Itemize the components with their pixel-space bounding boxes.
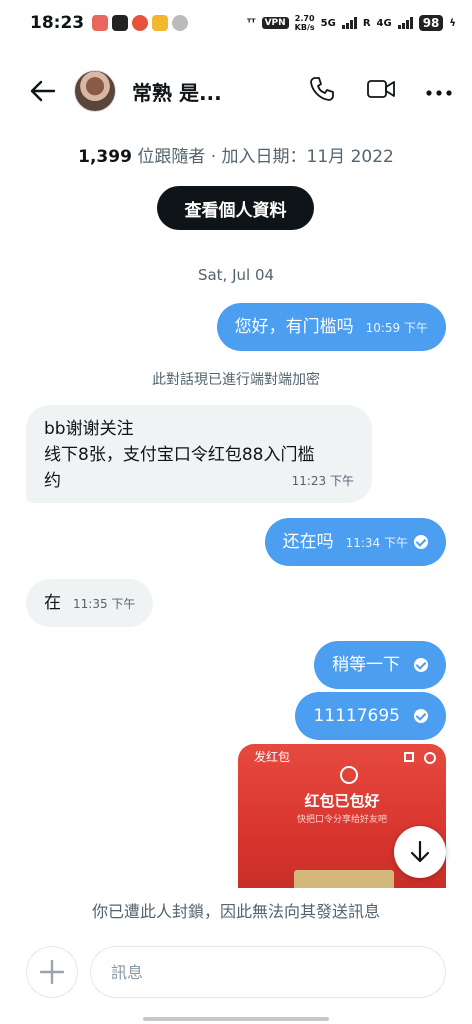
message-text-line: 线下8张，支付宝口令红包88入门槛: [44, 445, 315, 465]
scroll-to-bottom-button[interactable]: [394, 826, 446, 878]
read-check-icon: [414, 658, 428, 672]
settings-icon: [424, 752, 436, 764]
plus-icon: [39, 959, 65, 985]
message-time: 11:35 下午: [73, 597, 136, 611]
message-text: 您好，有门槛吗: [234, 317, 354, 337]
add-attachment-button[interactable]: [26, 946, 78, 998]
signal-icon: [341, 17, 357, 29]
roaming-label: R: [362, 17, 371, 29]
red-packet-card-image: [294, 870, 394, 888]
signal-icon: [397, 17, 413, 29]
charging-icon: ϟ: [449, 17, 456, 29]
header-actions: [308, 75, 452, 107]
battery-indicator: 98: [418, 15, 444, 31]
message-bubble-outgoing[interactable]: 11117695: [295, 692, 446, 740]
avatar[interactable]: [74, 70, 116, 112]
more-options-icon[interactable]: [426, 82, 452, 101]
app-notification-icon: [152, 15, 169, 31]
read-check-icon: [414, 535, 428, 549]
status-time: 18:23: [30, 13, 85, 33]
message-time: 11:23 下午: [291, 474, 354, 488]
app-notification-icon: [92, 15, 109, 31]
status-indicators: ᵀᵀ VPN 2.70 KB/s 5G R 4G 98 ϟ: [247, 14, 456, 32]
sync-icon: [172, 15, 189, 31]
network-5g-label: 5G: [320, 17, 336, 29]
message-time: 10:59 下午: [365, 321, 428, 335]
contact-name[interactable]: 常熟 是...: [132, 77, 222, 106]
profile-meta: 1,399 位跟隨者 · 加入日期：11月 2022: [0, 142, 472, 167]
message-text: 11117695: [313, 706, 400, 726]
arrow-down-icon: [410, 840, 430, 863]
vpn-badge: VPN: [261, 17, 289, 29]
read-check-icon: [414, 709, 428, 723]
message-footer: 约 11:23 下午: [44, 468, 354, 494]
message-text-line: 约: [44, 471, 61, 491]
network-speed: 2.70 KB/s: [294, 14, 315, 32]
message-text-line: bb谢谢关注: [44, 419, 134, 439]
scan-icon: [404, 752, 414, 762]
red-packet-title: 发红包: [254, 750, 291, 764]
nfc-icon: ᵀᵀ: [246, 17, 256, 29]
red-packet-hint: 快把口令分享给好友吧: [296, 815, 387, 825]
message-text: 稍等一下: [332, 655, 400, 675]
profile-meta-text: 位跟隨者 · 加入日期：11月 2022: [131, 147, 394, 167]
back-arrow-icon[interactable]: [28, 76, 58, 106]
encryption-notice: 此對話現已進行端對端加密: [152, 372, 320, 388]
chat-header: 常熟 是...: [0, 56, 472, 126]
home-indicator[interactable]: [143, 1017, 329, 1021]
message-input[interactable]: [90, 946, 446, 998]
red-packet-status: 红包已包好: [304, 792, 380, 810]
network-4g-label: 4G: [376, 17, 392, 29]
message-time: 11:34 下午: [345, 536, 408, 550]
video-call-icon[interactable]: [366, 77, 396, 105]
view-profile-button[interactable]: 查看個人資料: [157, 186, 314, 230]
status-bar: 18:23 ᵀᵀ VPN 2.70 KB/s 5G R 4G 98 ϟ: [0, 0, 472, 46]
date-separator: Sat, Jul 04: [197, 266, 275, 284]
notification-icons: [92, 15, 189, 31]
followers-count: 1,399: [78, 147, 132, 167]
phone-call-icon[interactable]: [308, 75, 336, 107]
blocked-notice: 你已遭此人封鎖，因此無法向其發送訊息: [91, 902, 380, 921]
check-circle-icon: [340, 766, 358, 784]
message-text: 还在吗: [282, 532, 334, 552]
message-bubble-outgoing[interactable]: 稍等一下: [314, 641, 446, 689]
message-bubble-incoming[interactable]: 在 11:35 下午: [26, 579, 154, 627]
message-text: 在: [44, 593, 61, 613]
message-bubble-outgoing[interactable]: 还在吗 11:34 下午: [264, 518, 446, 566]
tiktok-icon: [112, 15, 129, 31]
app-notification-icon: [132, 15, 149, 31]
message-bubble-incoming[interactable]: bb谢谢关注 线下8张，支付宝口令红包88入门槛 约 11:23 下午: [26, 405, 372, 503]
message-bubble-outgoing[interactable]: 您好，有门槛吗 10:59 下午: [216, 303, 446, 351]
